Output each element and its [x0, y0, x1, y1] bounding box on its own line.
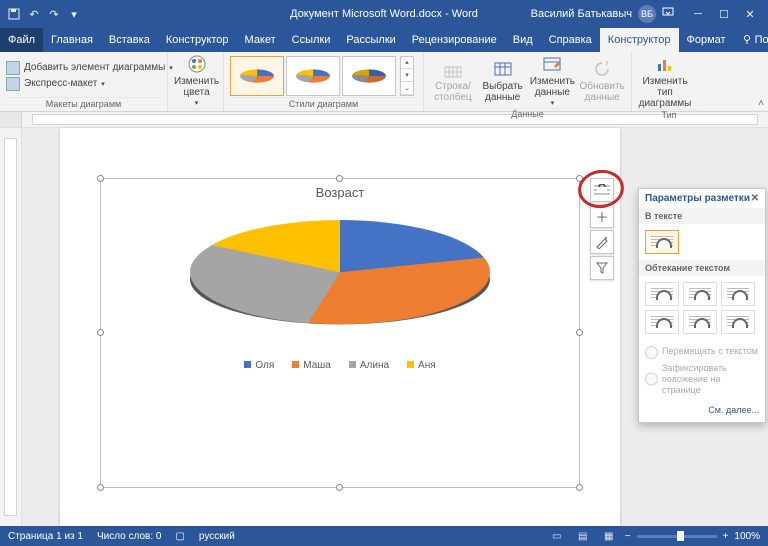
- change-chart-type-button[interactable]: Изменить тип диаграммы: [638, 54, 692, 109]
- tab-file[interactable]: Файл: [0, 28, 43, 52]
- qat-more-icon[interactable]: ▾: [66, 6, 82, 22]
- zoom-level[interactable]: 100%: [734, 531, 760, 542]
- tab-review[interactable]: Рецензирование: [404, 28, 505, 52]
- add-chart-element-button[interactable]: Добавить элемент диаграммы▾: [6, 61, 173, 75]
- tab-design[interactable]: Конструктор: [158, 28, 237, 52]
- undo-icon[interactable]: ↶: [26, 6, 42, 22]
- zoom-in-button[interactable]: +: [723, 531, 729, 542]
- chart-float-buttons: ＋: [590, 178, 614, 280]
- wrap-topbottom[interactable]: [645, 310, 679, 334]
- chart-elements-button[interactable]: ＋: [590, 204, 614, 228]
- chart-styles-button[interactable]: [590, 230, 614, 254]
- minimize-icon[interactable]: ─: [690, 6, 706, 22]
- status-proofing-icon[interactable]: ▢: [175, 531, 184, 542]
- legend-item[interactable]: Оля: [244, 360, 274, 371]
- maximize-icon[interactable]: ☐: [716, 6, 732, 22]
- chart-styles-gallery[interactable]: [230, 56, 396, 96]
- see-more-link[interactable]: См. далее...: [708, 405, 759, 415]
- legend-item[interactable]: Алина: [349, 360, 389, 371]
- pie-chart[interactable]: [190, 220, 490, 324]
- opt-fix-position: Зафиксировать положение на странице: [645, 363, 759, 395]
- document-title: Документ Microsoft Word.docx - Word: [290, 8, 478, 20]
- status-words[interactable]: Число слов: 0: [97, 531, 161, 542]
- collapse-ribbon-icon[interactable]: ˄: [758, 98, 764, 109]
- style-2[interactable]: [286, 56, 340, 96]
- popout-close-icon[interactable]: ✕: [751, 193, 759, 204]
- palette-icon: [187, 54, 207, 74]
- tab-help[interactable]: Справка: [541, 28, 600, 52]
- redo-icon[interactable]: ↷: [46, 6, 62, 22]
- select-data-button[interactable]: Выбрать данные: [480, 59, 526, 103]
- wrap-inline[interactable]: [645, 230, 679, 254]
- view-print-icon[interactable]: ▤: [573, 529, 593, 543]
- wrap-square[interactable]: [645, 282, 679, 306]
- ribbon: Добавить элемент диаграммы▾ Экспресс-мак…: [0, 52, 768, 112]
- group-data-label: Данные: [430, 108, 625, 119]
- status-page[interactable]: Страница 1 из 1: [8, 531, 83, 542]
- switch-row-col-button: Строка/ столбец: [430, 59, 476, 103]
- ribbon-tabs: Файл Главная Вставка Конструктор Макет С…: [0, 28, 768, 52]
- chart-title[interactable]: Возраст: [101, 185, 579, 200]
- edit-data-button[interactable]: Изменить данные▾: [530, 54, 576, 108]
- close-icon[interactable]: ✕: [742, 6, 758, 22]
- edit-data-icon: [542, 54, 562, 74]
- gallery-scroll[interactable]: ▴▾⌄: [400, 56, 414, 96]
- style-1[interactable]: [230, 56, 284, 96]
- section-wrap: Обтекание текстом: [639, 260, 765, 276]
- select-data-icon: [493, 59, 513, 79]
- avatar[interactable]: ВБ: [638, 5, 656, 23]
- legend-item[interactable]: Маша: [292, 360, 331, 371]
- add-element-icon: [6, 61, 20, 75]
- vertical-ruler[interactable]: [0, 128, 22, 526]
- zoom-out-button[interactable]: −: [625, 531, 631, 542]
- style-3[interactable]: [342, 56, 396, 96]
- wrap-through[interactable]: [721, 282, 755, 306]
- chart-legend[interactable]: Оля Маша Алина Аня: [101, 360, 579, 371]
- group-layouts-label: Макеты диаграмм: [6, 97, 161, 109]
- tab-view[interactable]: Вид: [505, 28, 541, 52]
- refresh-data-button: Обновить данные: [579, 59, 625, 103]
- page[interactable]: Zagruzi.Top Возраст Оля Маша Алина Аня ＋: [60, 128, 620, 526]
- tab-chart-format[interactable]: Формат: [679, 28, 734, 52]
- quick-layout-icon: [6, 77, 20, 91]
- wrap-behind[interactable]: [683, 310, 717, 334]
- tab-home[interactable]: Главная: [43, 28, 101, 52]
- quick-layout-button[interactable]: Экспресс-макет▾: [6, 77, 105, 91]
- change-colors-button[interactable]: Изменить цвета▾: [174, 54, 219, 108]
- layout-options-popout: Параметры разметки✕ В тексте Обтекание т…: [638, 188, 766, 423]
- layout-options-button[interactable]: [590, 178, 614, 202]
- save-icon[interactable]: [6, 6, 22, 22]
- title-bar: ↶ ↷ ▾ Документ Microsoft Word.docx - Wor…: [0, 0, 768, 28]
- ribbon-options-icon[interactable]: [662, 7, 674, 22]
- tab-tell-me[interactable]: Помощн: [734, 28, 768, 52]
- status-bar: Страница 1 из 1 Число слов: 0 ▢ русский …: [0, 526, 768, 546]
- group-type-label: Тип: [638, 109, 700, 120]
- quick-access: ↶ ↷ ▾: [0, 6, 88, 22]
- refresh-icon: [592, 59, 612, 79]
- user-name[interactable]: Василий Батькавыч: [531, 8, 632, 20]
- zoom-slider[interactable]: [637, 535, 717, 538]
- group-styles-label: Стили диаграмм: [230, 97, 417, 109]
- chart-filters-button[interactable]: [590, 256, 614, 280]
- section-inline: В тексте: [639, 208, 765, 224]
- switch-icon: [443, 59, 463, 79]
- wrap-front[interactable]: [721, 310, 755, 334]
- chart-object[interactable]: Возраст Оля Маша Алина Аня: [100, 178, 580, 488]
- opt-move-with-text: Перемещать с текстом: [645, 346, 759, 359]
- status-language[interactable]: русский: [199, 531, 235, 542]
- tab-references[interactable]: Ссылки: [284, 28, 339, 52]
- document-area: Zagruzi.Top Возраст Оля Маша Алина Аня ＋: [0, 128, 768, 526]
- tab-mailings[interactable]: Рассылки: [338, 28, 403, 52]
- view-web-icon[interactable]: ▦: [599, 529, 619, 543]
- chart-type-icon: [655, 54, 675, 74]
- tab-layout[interactable]: Макет: [237, 28, 284, 52]
- popout-title: Параметры разметки: [645, 193, 750, 204]
- wrap-tight[interactable]: [683, 282, 717, 306]
- legend-item[interactable]: Аня: [407, 360, 436, 371]
- tab-insert[interactable]: Вставка: [101, 28, 158, 52]
- view-read-icon[interactable]: ▭: [547, 529, 567, 543]
- tab-chart-design[interactable]: Конструктор: [600, 28, 679, 52]
